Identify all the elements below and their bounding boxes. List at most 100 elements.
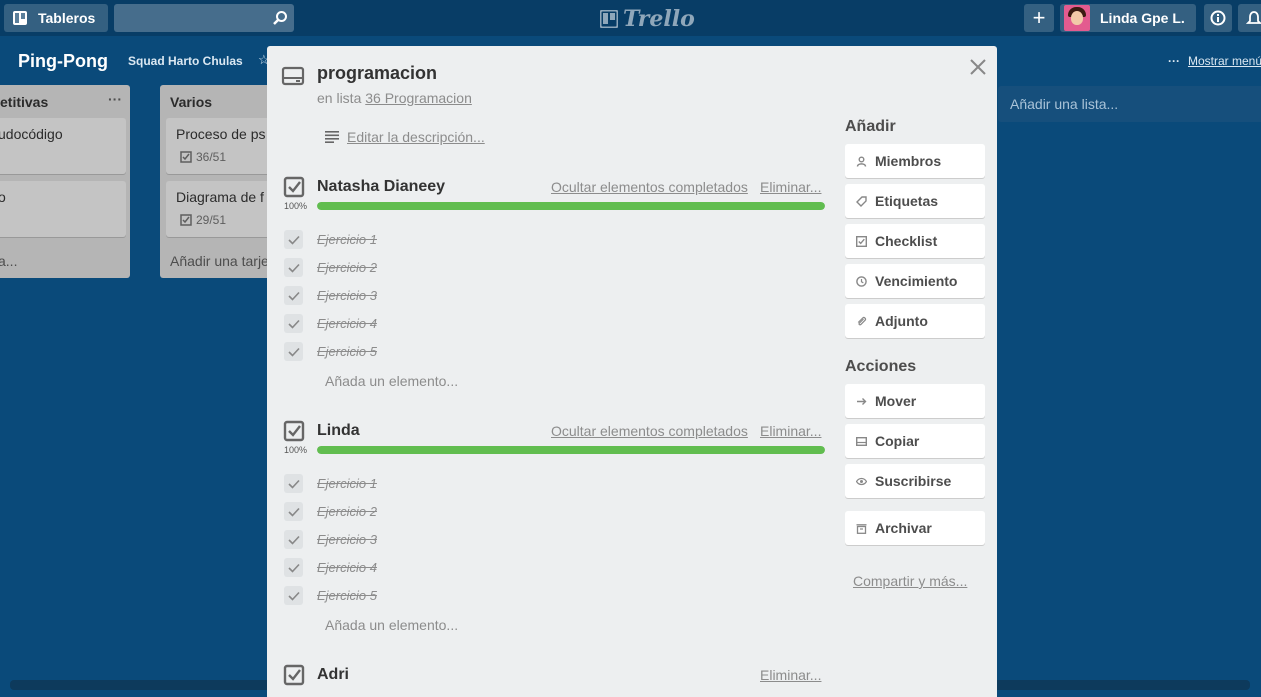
checklist-count: 36/51 xyxy=(196,150,227,164)
checklist-item[interactable]: Ejercicio 3 xyxy=(267,530,827,550)
checkbox[interactable] xyxy=(284,558,303,577)
user-name: Linda Gpe L. xyxy=(1100,10,1185,26)
checklist-item[interactable]: Ejercicio 1 xyxy=(267,230,827,250)
close-icon[interactable] xyxy=(967,56,989,78)
delete-checklist-link[interactable]: Eliminar... xyxy=(760,179,821,195)
subscribe-label: Suscribirse xyxy=(875,473,952,489)
checkbox-icon xyxy=(180,214,192,226)
card-title: Proceso de ps xyxy=(176,126,266,142)
trello-logo-icon xyxy=(600,10,618,28)
card-title: o xyxy=(0,189,6,205)
check-icon xyxy=(287,319,300,329)
checklist-item-text: Ejercicio 2 xyxy=(317,504,377,519)
card-name[interactable]: programacion xyxy=(317,63,437,84)
notifications-button[interactable] xyxy=(1238,4,1261,32)
card-icon xyxy=(281,66,305,86)
checkbox[interactable] xyxy=(284,314,303,333)
card[interactable]: udocódigo xyxy=(0,118,126,174)
search-icon xyxy=(273,11,287,25)
checkbox[interactable] xyxy=(284,586,303,605)
checklist-item[interactable]: Ejercicio 4 xyxy=(267,314,827,334)
boards-icon xyxy=(13,11,27,25)
checkbox[interactable] xyxy=(284,258,303,277)
add-list-button[interactable]: Añadir una lista... xyxy=(998,86,1261,122)
paperclip-icon xyxy=(855,315,867,327)
add-button[interactable]: + xyxy=(1024,4,1054,32)
hide-completed-link[interactable]: Ocultar elementos completados xyxy=(551,423,748,439)
top-bar: Tableros Trello + Linda Gpe L. xyxy=(0,0,1261,36)
copy-button[interactable]: Copiar xyxy=(845,424,985,458)
checklist-item-text: Ejercicio 1 xyxy=(317,476,377,491)
actions-heading: Acciones xyxy=(845,358,917,375)
checkbox[interactable] xyxy=(284,530,303,549)
checklist-badge: 36/51 xyxy=(180,150,226,164)
checklist-count: 29/51 xyxy=(196,213,227,227)
checklist-badge: 29/51 xyxy=(180,213,226,227)
checkbox-icon xyxy=(180,151,192,163)
show-menu-link[interactable]: ··· Mostrar menú xyxy=(1168,54,1261,68)
checklist-icon xyxy=(283,664,305,686)
move-button[interactable]: Mover xyxy=(845,384,985,418)
archive-button[interactable]: Archivar xyxy=(845,511,985,545)
share-link[interactable]: Compartir y más... xyxy=(853,573,967,589)
delete-checklist-link[interactable]: Eliminar... xyxy=(760,667,821,683)
labels-label: Etiquetas xyxy=(875,193,939,209)
add-card-link[interactable]: Añadir una tarje xyxy=(170,253,269,269)
checkbox[interactable] xyxy=(284,342,303,361)
checklist-title[interactable]: Adri xyxy=(317,666,349,684)
list: Varios Proceso de ps 36/51 Diagrama de f… xyxy=(160,85,302,278)
info-icon xyxy=(1210,10,1226,26)
list-title[interactable]: Varios xyxy=(170,94,212,110)
checkbox[interactable] xyxy=(284,286,303,305)
attachment-button[interactable]: Adjunto xyxy=(845,304,985,338)
list-title[interactable]: etitivas xyxy=(0,94,48,110)
labels-button[interactable]: Etiquetas xyxy=(845,184,985,218)
user-menu-button[interactable]: Linda Gpe L. xyxy=(1060,4,1196,32)
copy-label: Copiar xyxy=(875,433,920,449)
list-menu-icon[interactable]: ··· xyxy=(108,91,122,107)
move-label: Mover xyxy=(875,393,917,409)
due-date-button[interactable]: Vencimiento xyxy=(845,264,985,298)
board-team[interactable]: Squad Harto Chulas xyxy=(128,54,243,68)
checkbox[interactable] xyxy=(284,502,303,521)
list-link[interactable]: 36 Programacion xyxy=(365,90,472,106)
checklist-button[interactable]: Checklist xyxy=(845,224,985,258)
hide-completed-link[interactable]: Ocultar elementos completados xyxy=(551,179,748,195)
checklist-item[interactable]: Ejercicio 5 xyxy=(267,586,827,606)
clock-icon xyxy=(855,275,867,287)
checklist-item[interactable]: Ejercicio 4 xyxy=(267,558,827,578)
members-button[interactable]: Miembros xyxy=(845,144,985,178)
checklist-icon xyxy=(283,176,305,198)
checklist-item[interactable]: Ejercicio 1 xyxy=(267,474,827,494)
check-icon xyxy=(287,479,300,489)
add-card-link[interactable]: a... xyxy=(0,253,17,269)
search-input[interactable] xyxy=(114,4,294,32)
checkbox-icon xyxy=(855,235,867,247)
add-item-link[interactable]: Añada un elemento... xyxy=(325,373,458,389)
boards-button[interactable]: Tableros xyxy=(4,4,108,32)
progress-bar xyxy=(317,446,825,454)
info-button[interactable] xyxy=(1204,4,1232,32)
checklist-title[interactable]: Natasha Dianeey xyxy=(317,178,445,196)
subscribe-button[interactable]: Suscribirse xyxy=(845,464,985,498)
checkbox[interactable] xyxy=(284,230,303,249)
board-title[interactable]: Ping-Pong xyxy=(18,51,108,72)
checklist-title[interactable]: Linda xyxy=(317,422,360,440)
checkbox[interactable] xyxy=(284,474,303,493)
add-item-link[interactable]: Añada un elemento... xyxy=(325,617,458,633)
card[interactable]: o xyxy=(0,181,126,237)
checklist-item[interactable]: Ejercicio 5 xyxy=(267,342,827,362)
edit-description-link[interactable]: Editar la descripción... xyxy=(325,129,485,145)
checklist-label: Checklist xyxy=(875,233,938,249)
checklist-icon xyxy=(283,420,305,442)
checklist-item[interactable]: Ejercicio 2 xyxy=(267,502,827,522)
checklist-item[interactable]: Ejercicio 3 xyxy=(267,286,827,306)
trello-logo[interactable]: Trello xyxy=(600,6,695,32)
checklist-item[interactable]: Ejercicio 2 xyxy=(267,258,827,278)
bell-icon xyxy=(1246,11,1261,24)
eye-icon xyxy=(855,475,867,487)
check-icon xyxy=(287,291,300,301)
delete-checklist-link[interactable]: Eliminar... xyxy=(760,423,821,439)
progress-bar-fill xyxy=(317,202,825,210)
archive-icon xyxy=(855,522,867,534)
